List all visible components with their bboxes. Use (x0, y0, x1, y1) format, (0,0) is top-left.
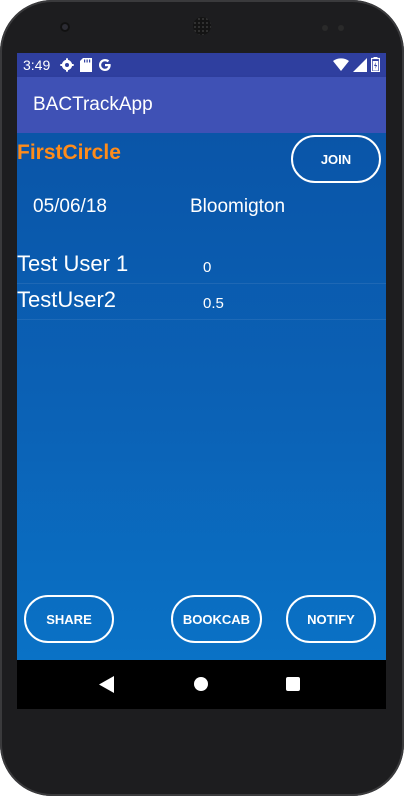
sd-card-icon (80, 58, 93, 72)
gear-icon (60, 58, 74, 72)
join-button[interactable]: JOIN (291, 135, 381, 183)
light-sensor (338, 25, 344, 31)
signal-icon (353, 57, 367, 72)
circle-name: FirstCircle (17, 141, 121, 164)
navigation-bar (17, 660, 386, 709)
home-icon[interactable] (194, 677, 208, 691)
circle-location: Bloomigton (190, 196, 286, 217)
circle-content: FirstCircle JOIN 05/06/18 Bloomigton Tes… (17, 133, 386, 660)
user-row[interactable]: TestUser2 0.5 (17, 283, 386, 320)
google-icon (99, 59, 111, 71)
user-bac-value: 0 (203, 259, 212, 276)
app-bar: BACTrackApp (17, 77, 386, 133)
notify-button[interactable]: NOTIFY (286, 595, 376, 643)
device-screen: 3:49 BACTrackApp FirstCircle JOIN 05/06/… (17, 53, 386, 709)
front-camera (60, 22, 70, 32)
battery-icon (371, 57, 380, 72)
user-name: Test User 1 (17, 251, 129, 276)
app-title: BACTrackApp (33, 94, 153, 115)
bookcab-button[interactable]: BOOKCAB (171, 595, 262, 643)
wifi-icon (333, 57, 349, 71)
user-row[interactable]: Test User 1 0 (17, 247, 386, 284)
status-right-icons (333, 57, 380, 72)
back-icon[interactable] (99, 676, 115, 693)
recents-icon[interactable] (286, 677, 300, 691)
earpiece-speaker (193, 17, 211, 35)
status-bar: 3:49 (17, 53, 386, 77)
user-bac-value: 0.5 (203, 295, 224, 312)
status-time: 3:49 (23, 57, 51, 73)
proximity-sensor (322, 25, 328, 31)
user-name: TestUser2 (17, 287, 117, 312)
status-left-icons (60, 58, 112, 72)
circle-date: 05/06/18 (33, 196, 107, 217)
share-button[interactable]: SHARE (24, 595, 114, 643)
phone-frame: 3:49 BACTrackApp FirstCircle JOIN 05/06/… (0, 0, 404, 796)
